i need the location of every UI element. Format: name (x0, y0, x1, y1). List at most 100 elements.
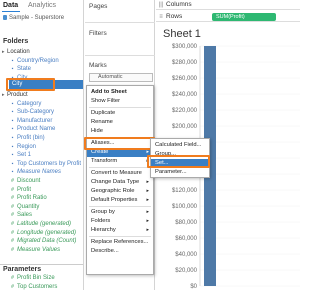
menu-item-add-to-sheet[interactable]: Add to Sheet (87, 88, 153, 97)
menu-item-change-data-type[interactable]: Change Data Type ▸ (87, 178, 153, 187)
menu-item-replace-references[interactable]: Replace References... (87, 238, 153, 247)
field-label: Product (7, 92, 28, 98)
dimension-icon: ▪ (11, 57, 14, 64)
field-migrated-data-count[interactable]: # Migrated Data (Count) (10, 237, 76, 246)
field-label: Country/Region (17, 57, 59, 64)
submenu-item-calculated-field[interactable]: Calculated Field... (151, 141, 209, 150)
menu-item-label: Default Properties (91, 197, 138, 203)
folders-title: Folders (3, 38, 29, 45)
menu-separator (89, 107, 151, 108)
datasource-row[interactable]: Sample - Superstore (3, 15, 64, 21)
field-label: Sub-Category (17, 109, 55, 116)
dimension-icon: ▪ (11, 169, 14, 176)
datasource-name: Sample - Superstore (9, 15, 65, 21)
menu-item-label: Convert to Measure (91, 170, 142, 176)
tab-analytics[interactable]: Analytics (28, 0, 56, 12)
dimension-icon: ▪ (11, 143, 14, 150)
menu-item-label: Geographic Role (91, 188, 135, 194)
menu-item-hide[interactable]: Hide (87, 127, 153, 136)
y-tick-label: $240,000 (172, 92, 198, 98)
field-label: Longitude (generated) (17, 229, 77, 236)
menu-item-label: Hide (91, 128, 103, 134)
parameters-divider (0, 264, 83, 265)
parameter-item[interactable]: # Profit Bin Size (10, 274, 55, 283)
submenu-arrow-icon: ▸ (146, 227, 149, 233)
menu-item-label: Add to Sheet (91, 89, 127, 95)
parameter-item[interactable]: # Top Customers (10, 283, 57, 290)
parameter-icon: # (11, 275, 14, 281)
field-category[interactable]: ▪ Category (10, 100, 42, 109)
field-profit-bin[interactable]: ▪ Profit (bin) (10, 134, 45, 143)
field-label: Profit (bin) (17, 135, 45, 141)
measure-icon: # (11, 178, 14, 184)
field-label: State (17, 66, 32, 73)
field-profit-ratio[interactable]: # Profit Ratio (10, 194, 47, 203)
columns-icon: ||| (158, 2, 164, 8)
menu-item-convert-to-measure[interactable]: Convert to Measure (87, 169, 153, 178)
columns-shelf[interactable]: ||| Columns (156, 0, 300, 10)
menu-item-rename[interactable]: Rename (87, 118, 153, 127)
menu-item-hierarchy[interactable]: Hierarchy ▸ (87, 226, 153, 235)
menu-item-label: Rename (91, 119, 113, 125)
city-highlight-box (6, 78, 55, 91)
menu-item-label: Duplicate (91, 110, 116, 116)
field-state[interactable]: ▪ State (10, 65, 31, 74)
field-sales[interactable]: # Sales (10, 211, 32, 220)
menu-item-folders[interactable]: Folders ▸ (87, 217, 153, 226)
data-pane: Data Analytics Sample - Superstore Folde… (0, 0, 84, 290)
filters-divider (85, 55, 155, 56)
y-tick-label: $260,000 (172, 76, 198, 82)
folder-product[interactable]: ▸ Product (2, 91, 28, 100)
menu-item-transform[interactable]: Transform ▸ (87, 157, 153, 166)
submenu-arrow-icon: ▸ (146, 179, 149, 185)
field-label: Measure Names (17, 169, 62, 176)
field-sub-category[interactable]: ▪ Sub-Category (10, 108, 54, 117)
submenu-arrow-icon: ▸ (146, 218, 149, 224)
submenu-arrow-icon: ▸ (146, 209, 149, 215)
field-longitude-generated[interactable]: # Longitude (generated) (10, 229, 76, 238)
field-manufacturer[interactable]: ▪ Manufacturer (10, 117, 53, 126)
menu-item-describe[interactable]: Describe... (87, 247, 153, 256)
field-measure-names[interactable]: ▪ Measure Names (10, 168, 61, 177)
field-top-customers-by-profit[interactable]: ▪ Top Customers by Profit (10, 160, 81, 169)
folder-location[interactable]: ▸ Location (2, 48, 30, 57)
field-region[interactable]: ▪ Region (10, 143, 36, 152)
mark-type-dropdown[interactable]: Automatic (89, 73, 153, 82)
menu-item-group-by[interactable]: Group by ▸ (87, 208, 153, 217)
filters-shelf-title: Filters (89, 30, 107, 37)
y-tick-label: $20,000 (175, 268, 197, 274)
menu-item-label: Replace References... (91, 239, 149, 245)
field-latitude-generated[interactable]: # Latitude (generated) (10, 220, 71, 229)
menu-item-duplicate[interactable]: Duplicate (87, 109, 153, 118)
menu-item-show-filter[interactable]: Show Filter (87, 97, 153, 106)
field-profit[interactable]: # Profit (10, 186, 31, 195)
parameters-title: Parameters (3, 266, 42, 273)
dimension-icon: ▪ (11, 109, 14, 116)
field-discount[interactable]: # Discount (10, 177, 40, 186)
menu-item-label: Hierarchy (91, 227, 116, 233)
marks-card-title: Marks (89, 62, 107, 69)
pages-divider (85, 22, 155, 23)
field-measure-values[interactable]: # Measure Values (10, 246, 60, 255)
field-label: Top Customers by Profit (17, 160, 82, 167)
measure-icon: # (11, 212, 14, 219)
field-product-name[interactable]: ▪ Product Name (10, 125, 56, 134)
field-label: Sales (17, 212, 33, 219)
menu-separator (89, 206, 151, 207)
field-quantity[interactable]: # Quantity (10, 203, 39, 212)
submenu-item-parameter[interactable]: Parameter... (151, 168, 209, 177)
field-context-menu: Add to Sheet Show Filter Duplicate Rename Hi… (86, 85, 154, 275)
field-label: Manufacturer (17, 117, 53, 124)
menu-separator (89, 236, 151, 237)
active-tab-underline (2, 11, 20, 12)
menu-item-geographic-role[interactable]: Geographic Role ▸ (87, 187, 153, 196)
columns-label: Columns (166, 1, 192, 8)
menu-separator (89, 167, 151, 168)
menu-item-default-properties[interactable]: Default Properties ▸ (87, 196, 153, 205)
submenu-item-label: Calculated Field... (155, 142, 202, 148)
rows-pill-sum-profit[interactable]: SUM(Profit) (212, 13, 276, 21)
menu-item-label: Transform (91, 158, 118, 164)
create-highlight-box (84, 137, 155, 150)
field-country-region[interactable]: ▪ Country/Region (10, 57, 59, 66)
field-set-1[interactable]: ▪ Set 1 (10, 151, 31, 160)
